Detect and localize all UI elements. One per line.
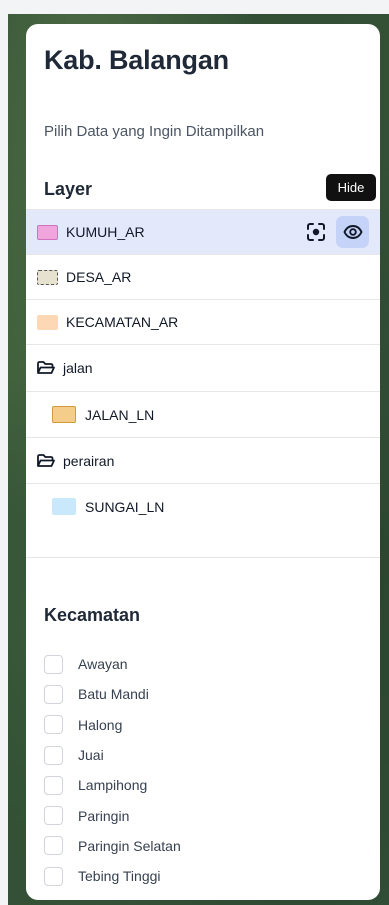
checkbox[interactable] xyxy=(44,715,63,735)
kecamatan-label: Batu Mandi xyxy=(78,686,149,703)
layer-item-kecamatan-ar[interactable]: KECAMATAN_AR xyxy=(26,299,380,344)
eye-icon xyxy=(342,225,363,239)
panel-subtitle: Pilih Data yang Ingin Ditampilkan xyxy=(44,123,265,140)
folder-open-icon xyxy=(37,361,55,374)
group-label: jalan xyxy=(63,360,93,376)
hide-tooltip: Hide xyxy=(326,174,376,201)
layer-label: KECAMATAN_AR xyxy=(66,314,179,330)
kecamatan-option[interactable]: Halong xyxy=(44,710,181,740)
layer-item-jalan-ln[interactable]: JALAN_LN xyxy=(26,391,380,437)
checkbox[interactable] xyxy=(44,745,63,765)
checkbox[interactable] xyxy=(44,806,63,826)
layer-label: KUMUH_AR xyxy=(66,224,145,240)
layer-panel: Kab. Balangan Pilih Data yang Ingin Dita… xyxy=(26,24,380,900)
kecamatan-option[interactable]: Lampihong xyxy=(44,770,181,800)
layer-label: JALAN_LN xyxy=(85,406,155,423)
checkbox[interactable] xyxy=(44,836,63,856)
layer-swatch xyxy=(52,498,76,515)
group-label: perairan xyxy=(63,452,115,469)
kecamatan-option[interactable]: Paringin Selatan xyxy=(44,831,181,861)
focus-icon[interactable] xyxy=(305,221,327,243)
layer-swatch xyxy=(37,314,58,330)
kecamatan-option[interactable]: Tebing Tinggi xyxy=(44,861,181,891)
kecamatan-option[interactable]: Juai xyxy=(44,740,181,770)
layer-swatch xyxy=(52,406,76,423)
layer-item-kumuh-ar[interactable]: KUMUH_AR xyxy=(26,209,380,254)
kecamatan-label: Lampihong xyxy=(78,777,148,794)
divider xyxy=(26,557,380,558)
layer-item-sungai-ln[interactable]: SUNGAI_LN xyxy=(26,483,380,529)
checkbox[interactable] xyxy=(44,775,63,795)
hide-layer-button[interactable] xyxy=(336,216,369,248)
folder-open-icon xyxy=(37,453,55,467)
kecamatan-label: Paringin Selatan xyxy=(78,837,181,854)
layer-swatch xyxy=(37,224,58,240)
checkbox[interactable] xyxy=(44,684,63,704)
kecamatan-label: Juai xyxy=(78,747,104,764)
kecamatan-option[interactable]: Paringin xyxy=(44,800,181,830)
layer-label: SUNGAI_LN xyxy=(85,498,165,515)
kecamatan-label: Tebing Tinggi xyxy=(78,868,161,885)
checkbox[interactable] xyxy=(44,866,63,886)
kecamatan-section-title: Kecamatan xyxy=(44,605,141,625)
layer-label: DESA_AR xyxy=(66,269,132,285)
layer-list: KUMUH_AR DESA_AR KECAMATAN_AR jalan JALA… xyxy=(26,209,380,529)
kecamatan-option[interactable]: Batu Mandi xyxy=(44,679,181,709)
layer-swatch xyxy=(37,269,58,285)
layer-group-perairan[interactable]: perairan xyxy=(26,437,380,483)
kecamatan-label: Halong xyxy=(78,716,123,733)
layer-item-desa-ar[interactable]: DESA_AR xyxy=(26,254,380,299)
layer-group-jalan[interactable]: jalan xyxy=(26,344,380,391)
kecamatan-label: Paringin xyxy=(78,807,130,824)
kecamatan-checkbox-list: Awayan Batu Mandi Halong Juai Lampihong … xyxy=(44,649,181,891)
kecamatan-label: Awayan xyxy=(78,656,128,673)
page-title: Kab. Balangan xyxy=(44,45,229,75)
checkbox[interactable] xyxy=(44,654,63,674)
layer-section-title: Layer xyxy=(44,179,93,199)
kecamatan-option[interactable]: Awayan xyxy=(44,649,181,679)
